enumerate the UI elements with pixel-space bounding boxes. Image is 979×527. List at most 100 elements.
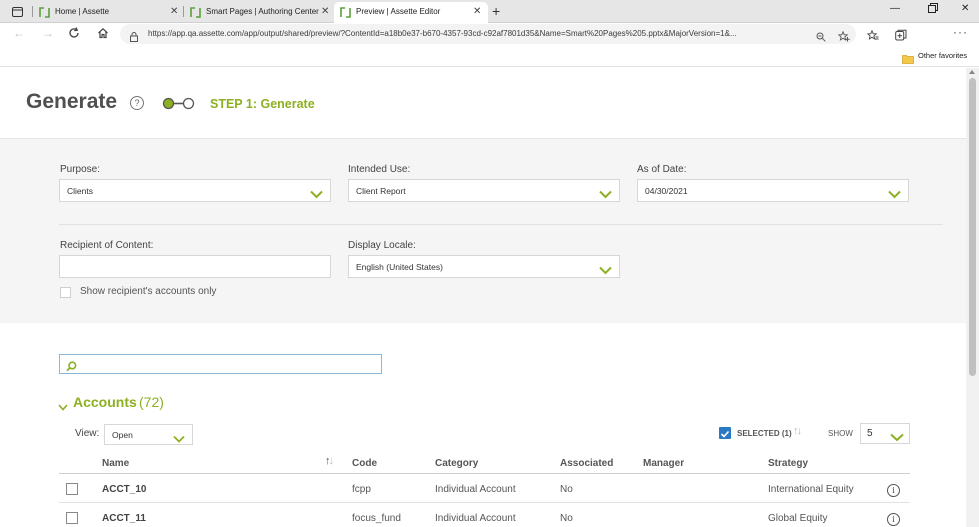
column-header-name[interactable]: Name <box>102 458 129 469</box>
collapse-chevron-icon[interactable] <box>58 398 68 416</box>
cell-associated: No <box>560 484 573 495</box>
accounts-count: (72) <box>139 394 164 410</box>
tab-title: Smart Pages | Authoring Center <box>206 7 319 16</box>
help-icon[interactable]: ? <box>130 96 144 110</box>
as-of-date-label: As of Date: <box>637 164 687 175</box>
new-tab-icon[interactable]: + <box>492 3 500 19</box>
search-icon <box>66 359 77 377</box>
chevron-down-icon <box>310 186 323 204</box>
url-text: https://app.qa.assette.com/app/output/sh… <box>148 29 737 38</box>
row-checkbox[interactable] <box>66 512 78 524</box>
favorites-icon[interactable] <box>866 28 879 46</box>
column-header-code[interactable]: Code <box>352 458 377 469</box>
cell-name: ACCT_10 <box>102 484 147 495</box>
cell-name: ACCT_11 <box>102 513 146 524</box>
tab-close-icon[interactable]: ✕ <box>473 6 481 17</box>
folder-icon <box>902 51 914 69</box>
purpose-value: Clients <box>67 186 93 196</box>
chevron-down-icon <box>173 430 185 448</box>
sort-selected-icon[interactable]: ↑↓ <box>793 425 802 437</box>
column-header-manager[interactable]: Manager <box>643 458 684 469</box>
form-divider <box>59 224 943 225</box>
close-window-icon[interactable]: ✕ <box>961 3 969 14</box>
assette-favicon-icon <box>190 7 201 20</box>
selected-count-label: SELECTED (1) <box>737 429 792 438</box>
column-header-category[interactable]: Category <box>435 458 478 469</box>
assette-favicon-icon <box>340 7 351 20</box>
scroll-up-arrow-icon[interactable] <box>969 70 975 74</box>
forward-icon[interactable]: → <box>42 27 54 39</box>
restore-icon[interactable] <box>928 3 938 16</box>
tab-preview[interactable]: Preview | Assette Editor ✕ <box>334 2 488 23</box>
url-field[interactable]: https://app.qa.assette.com/app/output/sh… <box>120 24 856 44</box>
assette-favicon-icon <box>39 7 50 20</box>
address-bar-row: ← → https://app.qa.assette.com/app/outpu… <box>0 23 979 45</box>
intended-use-select[interactable]: Client Report <box>348 179 620 202</box>
account-search-input[interactable] <box>59 354 382 374</box>
column-header-strategy[interactable]: Strategy <box>768 458 808 469</box>
cell-code: fcpp <box>352 484 371 495</box>
back-icon[interactable]: ← <box>13 27 25 39</box>
page-size-value: 5 <box>867 428 873 439</box>
intended-use-label: Intended Use: <box>348 164 411 175</box>
cell-strategy: Global Equity <box>768 513 828 524</box>
page-title: Generate <box>26 90 118 113</box>
as-of-date-value: 04/30/2021 <box>645 186 688 196</box>
cell-code: focus_fund <box>352 513 401 524</box>
display-locale-value: English (United States) <box>356 262 443 272</box>
chevron-down-icon <box>888 186 901 204</box>
generate-form: Purpose: Clients Intended Use: Client Re… <box>0 139 966 323</box>
tab-actions-icon[interactable] <box>8 4 26 19</box>
intended-use-value: Client Report <box>356 186 406 196</box>
tab-title: Preview | Assette Editor <box>356 7 441 16</box>
tab-home[interactable]: Home | Assette ✕ <box>33 2 183 23</box>
display-locale-select[interactable]: English (United States) <box>348 255 620 278</box>
cell-category: Individual Account <box>435 484 516 495</box>
show-recipient-accounts-checkbox[interactable] <box>60 287 71 298</box>
purpose-label: Purpose: <box>60 164 101 175</box>
view-label: View: <box>75 428 100 439</box>
more-menu-icon[interactable]: ··· <box>953 25 968 39</box>
cell-associated: No <box>560 513 573 524</box>
scroll-thumb[interactable] <box>969 78 976 376</box>
as-of-date-select[interactable]: 04/30/2021 <box>637 179 909 202</box>
column-header-associated[interactable]: Associated <box>560 458 613 469</box>
cell-strategy: International Equity <box>768 484 854 495</box>
recipient-input[interactable] <box>59 255 331 278</box>
chevron-down-icon <box>599 186 612 204</box>
row-checkbox[interactable] <box>66 483 78 495</box>
favorites-bar: Other favorites <box>0 45 979 67</box>
step-label: STEP 1: Generate <box>210 97 315 111</box>
info-icon[interactable]: i <box>887 484 900 497</box>
tab-close-icon[interactable]: ✕ <box>321 6 329 17</box>
tab-close-icon[interactable]: ✕ <box>170 6 178 17</box>
row-divider <box>59 502 910 503</box>
tab-title: Home | Assette <box>55 7 110 16</box>
accounts-title[interactable]: Accounts <box>73 394 137 410</box>
other-favorites-link[interactable]: Other favorites <box>918 51 967 60</box>
tab-smart-pages[interactable]: Smart Pages | Authoring Center ✕ <box>184 2 334 23</box>
show-label: SHOW <box>828 429 853 438</box>
info-icon[interactable]: i <box>887 513 900 526</box>
step-progress-icon <box>162 97 195 115</box>
table-header-divider <box>59 473 910 474</box>
browser-tab-bar: Home | Assette ✕ Smart Pages | Authoring… <box>0 0 979 23</box>
view-select[interactable]: Open <box>104 424 193 445</box>
purpose-select[interactable]: Clients <box>59 179 331 202</box>
page-size-select[interactable]: 5 <box>860 423 910 444</box>
selected-filter-checkbox[interactable] <box>719 427 731 439</box>
refresh-icon[interactable] <box>68 27 80 41</box>
chevron-down-icon <box>890 429 904 447</box>
generate-header: Generate ? STEP 1: Generate <box>0 68 966 139</box>
chevron-down-icon <box>599 262 612 280</box>
show-recipient-accounts-label: Show recipient's accounts only <box>80 286 217 297</box>
display-locale-label: Display Locale: <box>348 240 416 251</box>
collections-icon[interactable] <box>895 28 907 46</box>
view-value: Open <box>112 430 133 440</box>
cell-category: Individual Account <box>435 513 516 524</box>
sort-name-icon[interactable]: ↑↓ <box>325 455 334 467</box>
page-content: Generate ? STEP 1: Generate Purpose: Cli… <box>0 68 966 527</box>
page-scrollbar[interactable] <box>966 68 979 527</box>
home-icon[interactable] <box>97 27 109 41</box>
minimize-icon[interactable]: — <box>890 3 900 14</box>
